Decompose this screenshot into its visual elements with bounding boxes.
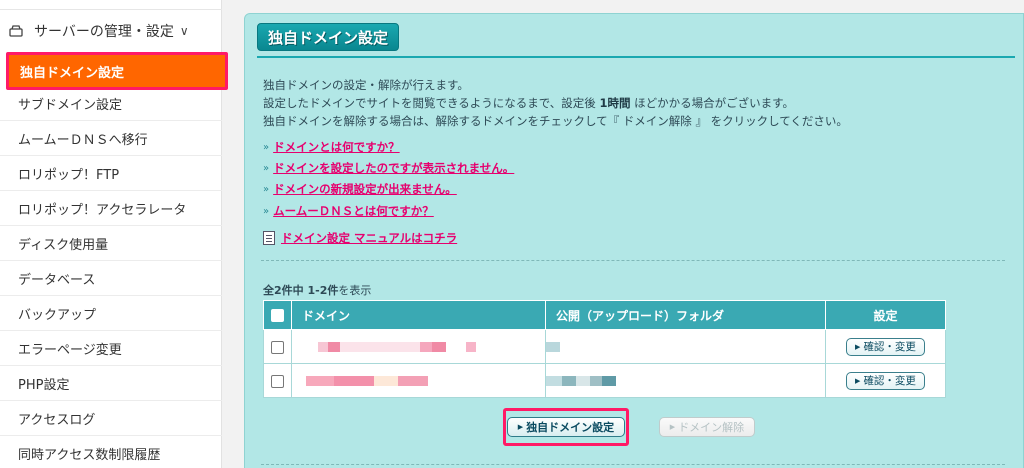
manual-link-row: ドメイン設定 マニュアルはコチラ bbox=[263, 230, 457, 246]
dashed-divider bbox=[261, 464, 1005, 465]
remove-domain-button-wrap: ▶ ドメイン解除 bbox=[651, 408, 763, 446]
header-settings: 設定 bbox=[825, 300, 946, 330]
server-icon bbox=[9, 25, 23, 37]
sidebar-item-custom-domain[interactable]: 独自ドメイン設定 bbox=[6, 52, 228, 90]
play-icon: ▶ bbox=[517, 423, 524, 431]
header-folder: 公開（アップロード）フォルダ bbox=[545, 300, 826, 330]
add-domain-button[interactable]: ▶ 独自ドメイン設定 bbox=[506, 417, 626, 437]
domain-table: ドメイン 公開（アップロード）フォルダ 設定 ▶ 確認・変更 ▶ 確認・変更 bbox=[263, 300, 946, 398]
arrow-icon: » bbox=[263, 141, 270, 153]
folder-cell-redacted bbox=[545, 363, 826, 398]
arrow-icon: » bbox=[263, 183, 270, 195]
row-checkbox[interactable] bbox=[271, 340, 284, 354]
row-checkbox[interactable] bbox=[271, 374, 284, 388]
sidebar-item-muumuu-dns[interactable]: ムームーＤＮＳへ移行 bbox=[0, 121, 222, 156]
description-line-3: 独自ドメインを解除する場合は、解除するドメインをチェックして『 ドメイン解除 』… bbox=[263, 114, 848, 128]
sidebar-item-access-limit[interactable]: 同時アクセス数制限履歴 bbox=[0, 436, 222, 468]
page-title: 独自ドメイン設定 bbox=[257, 23, 400, 51]
document-icon bbox=[263, 231, 275, 245]
sidebar-item-backup[interactable]: バックアップ bbox=[0, 296, 222, 331]
remove-domain-button[interactable]: ▶ ドメイン解除 bbox=[658, 417, 756, 437]
confirm-change-button[interactable]: ▶ 確認・変更 bbox=[846, 337, 925, 356]
help-link-item: » ドメインを設定したのですが表示されません。 bbox=[263, 160, 514, 176]
header-domain: ドメイン bbox=[291, 300, 546, 330]
sidebar-item-database[interactable]: データベース bbox=[0, 261, 222, 296]
sidebar-item-php[interactable]: PHP設定 bbox=[0, 366, 222, 401]
domain-cell-redacted bbox=[291, 329, 546, 364]
sidebar-section-title: サーバーの管理・設定 bbox=[34, 24, 174, 40]
main-panel: 独自ドメイン設定 独自ドメインの設定・解除が行えます。 設定したドメインでサイト… bbox=[244, 13, 1024, 468]
table-header-row: ドメイン 公開（アップロード）フォルダ 設定 bbox=[263, 300, 946, 330]
domain-cell-redacted bbox=[291, 363, 546, 398]
play-icon: ▶ bbox=[855, 342, 861, 351]
manual-link[interactable]: ドメイン設定 マニュアルはコチラ bbox=[281, 230, 457, 246]
header-checkbox-cell bbox=[263, 300, 292, 330]
chevron-down-icon: ∨ bbox=[179, 24, 189, 38]
add-domain-button-wrap: ▶ 独自ドメイン設定 bbox=[503, 408, 629, 446]
help-link-item: » ムームーＤＮＳとは何ですか？ bbox=[263, 203, 434, 219]
table-row: ▶ 確認・変更 bbox=[263, 363, 946, 398]
play-icon: ▶ bbox=[855, 376, 861, 385]
sidebar: サーバーの管理・設定 ∨ 独自ドメイン設定 サブドメイン設定 ムームーＤＮＳへ移… bbox=[0, 0, 228, 468]
title-underline bbox=[257, 56, 1015, 58]
sidebar-item-subdomain[interactable]: サブドメイン設定 bbox=[0, 86, 222, 121]
sidebar-item-accelerator[interactable]: ロリポップ！アクセラレータ bbox=[0, 191, 222, 226]
arrow-icon: » bbox=[263, 205, 270, 217]
select-all-checkbox[interactable] bbox=[271, 309, 284, 322]
sidebar-item-error-page[interactable]: エラーページ変更 bbox=[0, 331, 222, 366]
help-link-what-is-domain[interactable]: ドメインとは何ですか？ bbox=[273, 139, 400, 155]
folder-cell-redacted bbox=[545, 329, 826, 364]
sidebar-section-header[interactable]: サーバーの管理・設定 ∨ bbox=[0, 11, 222, 51]
help-link-item: » ドメインとは何ですか？ bbox=[263, 139, 400, 155]
sidebar-item-access-log[interactable]: アクセスログ bbox=[0, 401, 222, 436]
sidebar-item-disk-usage[interactable]: ディスク使用量 bbox=[0, 226, 222, 261]
result-count: 全2件中 1-2件を表示 bbox=[263, 284, 372, 297]
arrow-icon: » bbox=[263, 162, 270, 174]
description-line-1: 独自ドメインの設定・解除が行えます。 bbox=[263, 78, 469, 92]
help-link-what-is-muumuu[interactable]: ムームーＤＮＳとは何ですか？ bbox=[273, 203, 434, 219]
help-link-item: » ドメインの新規設定が出来ません。 bbox=[263, 181, 457, 197]
help-link-cannot-setup[interactable]: ドメインの新規設定が出来ません。 bbox=[273, 181, 457, 197]
play-icon: ▶ bbox=[669, 423, 676, 431]
description-line-2: 設定したドメインでサイトを閲覧できるようになるまで、設定後 1時間 ほどかかる場… bbox=[263, 96, 794, 110]
dashed-divider bbox=[261, 260, 1005, 261]
help-link-not-displayed[interactable]: ドメインを設定したのですが表示されません。 bbox=[273, 160, 514, 176]
table-row: ▶ 確認・変更 bbox=[263, 329, 946, 364]
sidebar-item-ftp[interactable]: ロリポップ！FTP bbox=[0, 156, 222, 191]
sidebar-top-strip bbox=[0, 0, 222, 10]
confirm-change-button[interactable]: ▶ 確認・変更 bbox=[846, 371, 925, 390]
